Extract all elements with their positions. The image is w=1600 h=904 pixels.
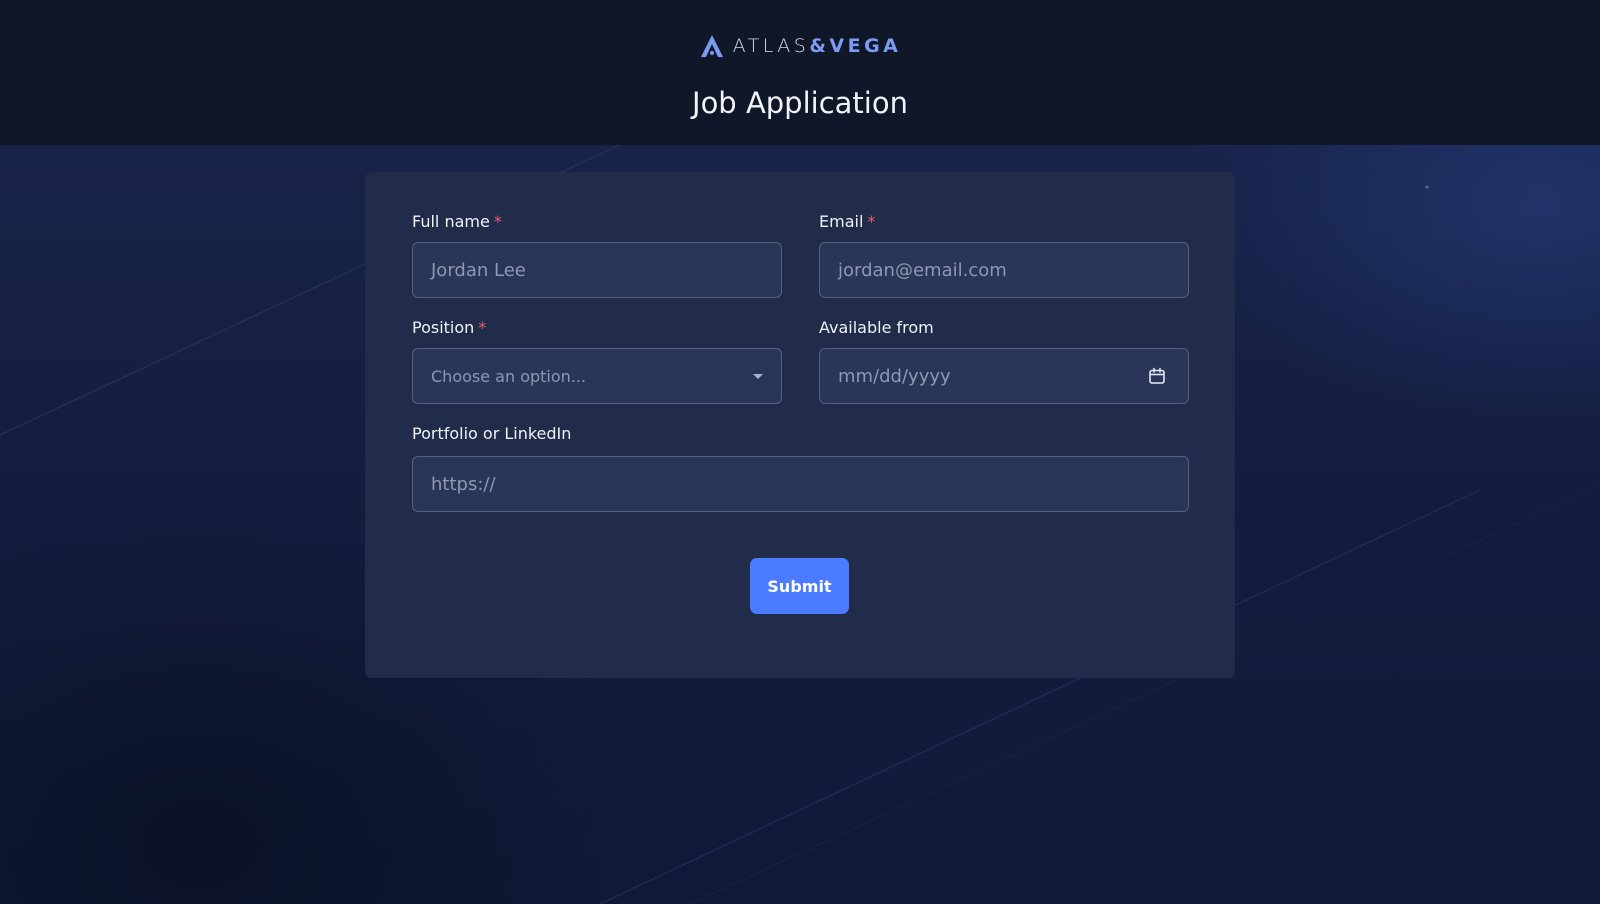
- portfolio-label-text: Portfolio or LinkedIn: [412, 424, 572, 443]
- portfolio-label: Portfolio or LinkedIn: [412, 424, 571, 444]
- position-label: Position *: [412, 318, 486, 338]
- a-triangle-logo-icon: [699, 33, 725, 59]
- email-input[interactable]: jordan@email.com: [819, 242, 1189, 298]
- full-name-input[interactable]: Jordan Lee: [412, 242, 782, 298]
- available-from-date-input[interactable]: mm/dd/yyyy: [819, 348, 1189, 404]
- caret-down-icon: [753, 374, 763, 379]
- page-header: ATLAS&VEGA Job Application: [0, 0, 1600, 145]
- full-name-label: Full name *: [412, 212, 502, 232]
- position-select[interactable]: Choose an option...: [412, 348, 782, 404]
- portfolio-url-input[interactable]: https://: [412, 456, 1189, 512]
- available-from-label-text: Available from: [819, 318, 934, 337]
- position-selected-value: Choose an option...: [431, 366, 587, 386]
- brand-wordmark: ATLAS&VEGA: [733, 34, 902, 58]
- required-mark: *: [478, 318, 487, 337]
- page-title: Job Application: [692, 86, 908, 120]
- available-from-placeholder: mm/dd/yyyy: [838, 365, 951, 387]
- calendar-icon[interactable]: [1148, 367, 1166, 385]
- required-mark: *: [493, 212, 502, 231]
- email-label-text: Email: [819, 212, 864, 231]
- email-placeholder: jordan@email.com: [838, 259, 1007, 281]
- brand-logo[interactable]: ATLAS&VEGA: [0, 33, 1600, 59]
- available-from-label: Available from: [819, 318, 934, 338]
- job-application-form: Full name * Jordan Lee Email * jordan@emai…: [365, 172, 1235, 678]
- brand-name-vega: &VEGA: [809, 35, 902, 57]
- email-label: Email *: [819, 212, 875, 232]
- submit-button[interactable]: Submit: [750, 558, 849, 614]
- full-name-label-text: Full name: [412, 212, 490, 231]
- full-name-placeholder: Jordan Lee: [431, 259, 526, 281]
- portfolio-placeholder: https://: [431, 473, 496, 495]
- brand-name-atlas: ATLAS: [732, 35, 810, 57]
- position-label-text: Position: [412, 318, 475, 337]
- required-mark: *: [867, 212, 876, 231]
